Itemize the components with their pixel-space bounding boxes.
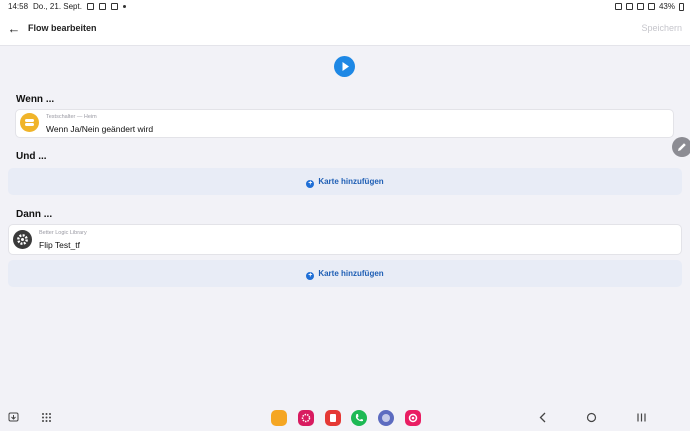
mute-icon bbox=[625, 3, 633, 10]
add-card-label: Karte hinzufügen bbox=[318, 177, 384, 186]
battery-level: 43% bbox=[658, 2, 675, 11]
then-card-subtitle: Better Logic Library bbox=[39, 230, 87, 236]
screenshot-icon[interactable] bbox=[8, 412, 19, 423]
signal-icon bbox=[647, 3, 655, 10]
status-bar: 14:58 Do., 21. Sept. 43% bbox=[0, 0, 690, 14]
gear-icon bbox=[13, 230, 32, 249]
gallery-notification-icon bbox=[86, 3, 94, 10]
notes-app-icon[interactable] bbox=[325, 410, 341, 426]
then-action-card[interactable]: Better Logic Library Flip Test_tf bbox=[8, 224, 682, 255]
edit-button[interactable] bbox=[672, 137, 690, 157]
when-section-label: Wenn ... bbox=[16, 94, 55, 105]
when-card-subtitle: Testschalter — Heim bbox=[46, 114, 97, 120]
plus-circle-icon: + bbox=[306, 180, 315, 188]
screen-recorder-app-icon[interactable] bbox=[405, 410, 421, 426]
save-button[interactable]: Speichern bbox=[641, 23, 682, 33]
recents-nav-icon[interactable] bbox=[636, 412, 647, 423]
more-notifications-icon bbox=[122, 5, 126, 8]
toggle-switch-device-icon bbox=[20, 113, 39, 132]
wifi-icon bbox=[636, 3, 644, 10]
then-card-title: Flip Test_tf bbox=[39, 240, 80, 250]
app-drawer-icon[interactable] bbox=[41, 412, 52, 423]
then-section-label: Dann ... bbox=[16, 209, 53, 220]
system-navigation-bar bbox=[0, 405, 690, 431]
phone-app-icon[interactable] bbox=[351, 410, 367, 426]
and-section-label: Und ... bbox=[16, 151, 47, 162]
home-nav-icon[interactable] bbox=[586, 412, 597, 423]
add-card-button-and[interactable]: + Karte hinzufügen bbox=[8, 168, 682, 195]
arrow-left-icon[interactable]: ← bbox=[6, 21, 22, 37]
when-trigger-card[interactable]: Testschalter — Heim Wenn Ja/Nein geänder… bbox=[15, 109, 674, 138]
app-header: ← Flow bearbeiten Speichern bbox=[0, 14, 690, 46]
status-time: 14:58 bbox=[8, 2, 29, 11]
plus-circle-icon: + bbox=[306, 272, 315, 280]
pencil-icon bbox=[678, 143, 686, 151]
media-notification-icon bbox=[98, 3, 106, 10]
page-title: Flow bearbeiten bbox=[28, 23, 97, 33]
status-date: Do., 21. Sept. bbox=[33, 2, 82, 11]
battery-icon bbox=[679, 2, 684, 11]
internet-app-icon[interactable] bbox=[378, 410, 394, 426]
image-notification-icon bbox=[110, 3, 118, 10]
back-nav-icon[interactable] bbox=[538, 412, 548, 423]
my-files-app-icon[interactable] bbox=[271, 410, 287, 426]
add-card-label: Karte hinzufügen bbox=[318, 269, 384, 278]
add-card-button-then[interactable]: + Karte hinzufügen bbox=[8, 260, 682, 287]
nfc-icon bbox=[614, 3, 622, 10]
play-icon bbox=[342, 62, 349, 71]
blossom-app-icon[interactable] bbox=[298, 410, 314, 426]
when-card-title: Wenn Ja/Nein geändert wird bbox=[46, 124, 154, 134]
play-button[interactable] bbox=[334, 56, 355, 77]
